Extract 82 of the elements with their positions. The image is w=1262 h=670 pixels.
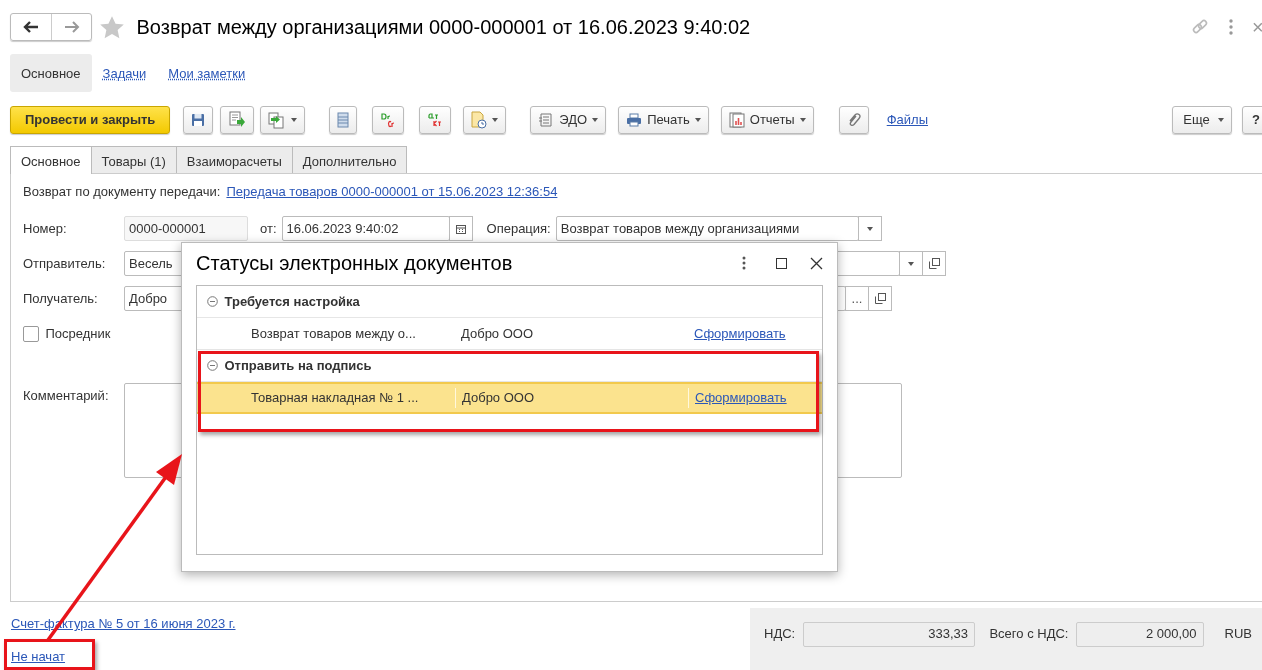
print-button[interactable]: Печать xyxy=(618,106,709,134)
attach-button[interactable] xyxy=(838,106,869,134)
select-button[interactable]: ... xyxy=(845,286,869,311)
field-label: Отправитель: xyxy=(23,254,107,273)
close-icon[interactable] xyxy=(810,256,823,270)
collapse-icon[interactable] xyxy=(207,296,218,307)
basis-document-link[interactable]: Передача товаров 0000-000001 от 15.06.2023 12:36:54 xyxy=(226,182,558,202)
document-arrow-icon xyxy=(227,111,246,129)
table-cell: Добро ООО xyxy=(455,388,688,408)
post-and-close-button[interactable]: Провести и закрыть xyxy=(10,106,171,134)
section-tab[interactable]: Основное xyxy=(10,54,92,92)
documents-arrow-icon xyxy=(268,111,287,129)
vat-amount-field: 333,33 xyxy=(803,621,975,647)
date-field[interactable]: 16.06.2023 9:40:02 xyxy=(281,216,450,241)
maximize-icon[interactable] xyxy=(776,257,787,269)
edo-status-link[interactable]: Не начат xyxy=(11,648,66,664)
field-label: Возврат по документу передачи: xyxy=(23,183,221,202)
dt-kt-button[interactable] xyxy=(419,106,452,134)
caret-icon xyxy=(908,261,914,266)
field-label: НДС: xyxy=(764,625,796,644)
journal-button[interactable] xyxy=(329,106,358,134)
total-amount-field: 2 000,00 xyxy=(1076,621,1204,647)
caret-icon xyxy=(866,226,873,231)
intermediary-checkbox[interactable] xyxy=(23,325,39,342)
document-lines-icon xyxy=(538,113,555,127)
calendar-icon xyxy=(455,223,466,234)
dialog-title: Статусы электронных документов xyxy=(196,251,513,276)
table-cell-text: Товарная накладная № 1 ... xyxy=(250,389,420,408)
field-label: от: xyxy=(260,219,277,238)
collapse-icon[interactable] xyxy=(207,360,218,371)
open-button[interactable] xyxy=(922,251,946,276)
table-row[interactable]: Товарная накладная № 1 ... Добро ООО Сформировать xyxy=(197,382,822,414)
field-label: Всего с НДС: xyxy=(989,625,1069,644)
dropdown-button[interactable] xyxy=(857,216,882,241)
form-tab[interactable]: Взаиморасчеты xyxy=(175,146,293,173)
open-window-icon xyxy=(928,258,940,269)
paperclip-icon xyxy=(846,112,861,128)
back-arrow-icon xyxy=(23,21,39,33)
currency-label: RUB xyxy=(1224,625,1252,644)
reports-button[interactable]: Отчеты xyxy=(720,106,814,134)
field-label: Операция: xyxy=(486,219,551,238)
field-label: Комментарий: xyxy=(23,387,110,406)
forward-arrow-icon xyxy=(63,21,80,33)
open-button[interactable] xyxy=(868,286,892,311)
section-tab[interactable]: Задачи xyxy=(91,54,158,92)
form-tab[interactable]: Дополнительно xyxy=(291,146,408,173)
form-tab[interactable]: Основное xyxy=(10,146,92,174)
section-tab[interactable]: Мои заметки xyxy=(157,54,257,92)
link-icon[interactable] xyxy=(1191,18,1209,36)
edo-button[interactable]: ЭДО xyxy=(530,106,607,134)
files-link[interactable]: Файлы xyxy=(886,110,928,130)
document-clock-icon xyxy=(471,111,488,129)
star-icon[interactable] xyxy=(98,14,125,40)
dr-cr-icon xyxy=(380,112,397,128)
dt-kt-icon xyxy=(427,112,444,128)
help-button[interactable]: ? xyxy=(1242,106,1262,134)
number-field[interactable]: 0000-000001 xyxy=(124,216,248,241)
open-window-icon xyxy=(874,293,886,304)
more-icon[interactable] xyxy=(742,256,746,270)
calendar-button[interactable] xyxy=(448,216,473,241)
group-title: Отправить на подпись xyxy=(224,356,372,375)
operation-field[interactable]: Возврат товаров между организациями xyxy=(555,216,859,241)
checkbox-label: Посредник xyxy=(45,324,111,343)
dr-cr-button[interactable] xyxy=(372,106,405,134)
group-title: Требуется настройка xyxy=(224,292,360,311)
more-button[interactable]: Еще xyxy=(1172,106,1233,134)
field-label: Номер: xyxy=(23,219,68,238)
table-cell-text: Возврат товаров между о... xyxy=(250,324,417,343)
printer-icon xyxy=(626,113,643,127)
table-row[interactable]: Возврат товаров между о... Добро ООО Сформировать xyxy=(197,318,822,350)
table-cell-text: Добро ООО xyxy=(460,324,535,343)
field-label: Получатель: xyxy=(23,289,99,308)
generate-link[interactable]: Сформировать xyxy=(694,325,786,341)
bar-chart-document-icon xyxy=(728,112,745,128)
list-icon xyxy=(337,112,350,128)
related-documents-button[interactable] xyxy=(463,106,507,134)
create-based-on-button[interactable] xyxy=(260,106,306,134)
post-button[interactable] xyxy=(219,106,254,134)
window-title: Возврат между организациями 0000-000001 от 16.06.2023 9:40:02 xyxy=(136,15,751,40)
save-button[interactable] xyxy=(183,106,214,134)
form-tab[interactable]: Товары (1) xyxy=(90,146,177,173)
generate-link[interactable]: Сформировать xyxy=(695,390,787,406)
